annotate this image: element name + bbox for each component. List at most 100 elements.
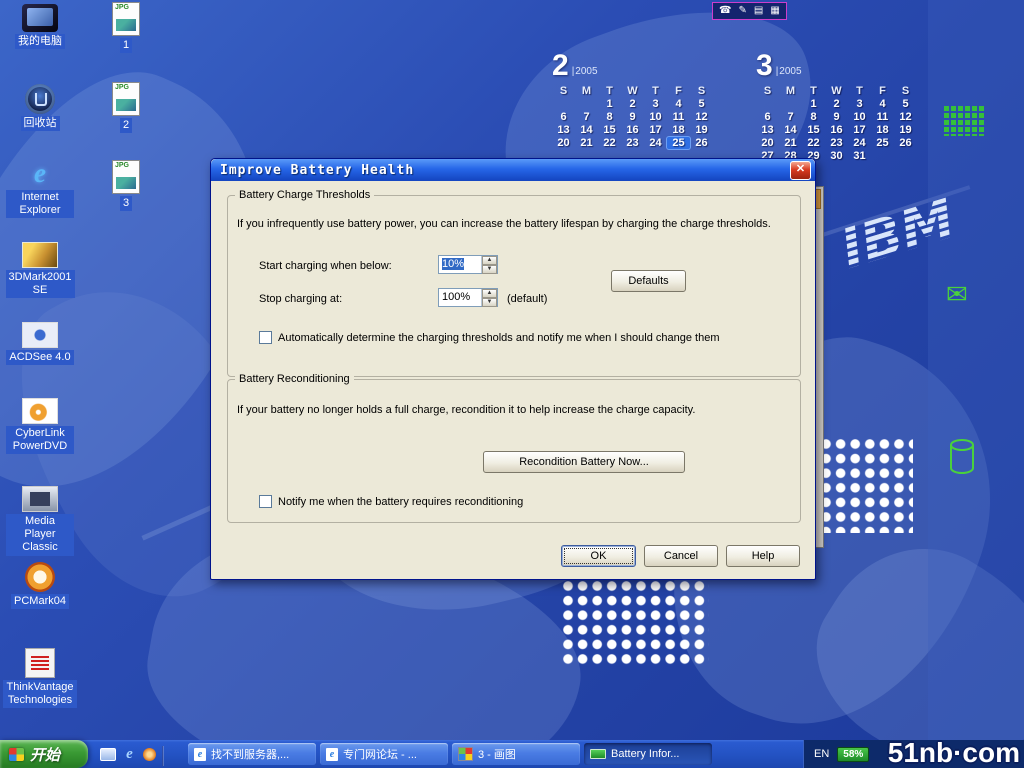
jpg-file-icon	[112, 82, 140, 116]
notify-reconditioning-checkbox[interactable]	[259, 495, 272, 508]
calendar-day: 1	[802, 98, 825, 110]
desktop-icon-pcmark04[interactable]: PCMark04	[6, 562, 74, 609]
calendar-day: 17	[644, 124, 667, 136]
jpg-file-icon	[112, 2, 140, 36]
calendar-day	[779, 98, 802, 110]
desktop-icon-3dmark2001[interactable]: 3DMark2001 SE	[6, 242, 74, 298]
calendar-day: 6	[756, 111, 779, 123]
recycle-bin-icon	[25, 84, 55, 114]
dialog-title-bar[interactable]: Improve Battery Health ✕	[211, 159, 815, 181]
envelope-icon: ✉	[946, 281, 968, 307]
media-player-quicklaunch-icon[interactable]	[143, 748, 156, 761]
task-button-battery-information[interactable]: Battery Infor...	[584, 743, 712, 765]
pen-icon[interactable]: ✎	[738, 4, 746, 18]
spin-up-icon[interactable]: ▲	[482, 256, 497, 265]
improve-battery-health-dialog: Improve Battery Health ✕ Battery Charge …	[210, 158, 816, 580]
calendar-day-header: S	[894, 85, 917, 97]
calendar-day: 6	[552, 111, 575, 123]
stop-charging-label: Stop charging at:	[259, 293, 342, 305]
desktop-icon-label: 我的电脑	[15, 34, 65, 49]
group-title: Battery Charge Thresholds	[235, 189, 374, 201]
desktop-file-3[interactable]: 3	[92, 160, 160, 211]
grid-icon	[944, 106, 986, 141]
calendar-day: 15	[598, 124, 621, 136]
calendar-day: 7	[779, 111, 802, 123]
start-button[interactable]: 开始	[0, 740, 88, 768]
desktop-icon-label: 回收站	[21, 116, 60, 131]
desktop-icon-internet-explorer[interactable]: Internet Explorer	[6, 158, 74, 218]
calendar-day: 31	[848, 150, 871, 162]
desktop-icon-powerdvd[interactable]: CyberLink PowerDVD	[6, 398, 74, 454]
spin-down-icon[interactable]: ▼	[482, 298, 497, 307]
3dmark-icon	[22, 242, 58, 268]
selected-value: 10%	[442, 258, 464, 270]
floating-toolbar[interactable]: ☎ ✎ ▤ ▦	[712, 2, 787, 20]
desktop-icon-label: ThinkVantage Technologies	[3, 680, 76, 708]
dialog-body: Battery Charge Thresholds If you infrequ…	[211, 181, 815, 579]
calendar-day: 12	[894, 111, 917, 123]
close-icon[interactable]: ✕	[790, 161, 811, 180]
cancel-button[interactable]: Cancel	[644, 545, 718, 567]
calendar-day-header: T	[644, 85, 667, 97]
defaults-button[interactable]: Defaults	[611, 270, 686, 292]
calendar-day: 22	[598, 137, 621, 149]
calendar-day: 13	[552, 124, 575, 136]
calendar-day: 14	[779, 124, 802, 136]
calendar-day: 2	[621, 98, 644, 110]
calendar-day-header: F	[871, 85, 894, 97]
calendar-day: 10	[848, 111, 871, 123]
calendar-header: 2 2005	[552, 52, 713, 80]
calendar-day: 4	[871, 98, 894, 110]
ok-button[interactable]: OK	[561, 545, 636, 567]
task-button-paint[interactable]: 3 - 画图	[452, 743, 580, 765]
auto-determine-checkbox[interactable]	[259, 331, 272, 344]
taskbar-separator	[162, 746, 164, 766]
list-icon[interactable]: ▤	[754, 4, 763, 18]
stop-charging-spinner[interactable]: 100% ▲ ▼	[438, 288, 498, 307]
desktop-icon-my-computer[interactable]: 我的电脑	[6, 4, 74, 49]
phone-icon[interactable]: ☎	[719, 4, 731, 18]
grid-small-icon[interactable]: ▦	[770, 4, 779, 18]
calendar-day: 14	[575, 124, 598, 136]
calendar-day: 3	[848, 98, 871, 110]
calendar-day-header: S	[756, 85, 779, 97]
start-charging-value[interactable]: 10%	[439, 256, 481, 273]
my-computer-icon	[22, 4, 58, 32]
desktop-icon-acdsee[interactable]: ACDSee 4.0	[6, 322, 74, 365]
internet-explorer-quicklaunch-icon[interactable]: e	[122, 747, 137, 762]
calendar-year: 2005	[776, 66, 802, 80]
calendar-day: 9	[621, 111, 644, 123]
calendar-month: 3	[756, 52, 773, 80]
calendar-day: 30	[825, 150, 848, 162]
calendar-header: 3 2005	[756, 52, 917, 80]
spin-up-icon[interactable]: ▲	[482, 289, 497, 298]
desktop-icon-recycle-bin[interactable]: 回收站	[6, 84, 74, 131]
desktop-file-2[interactable]: 2	[92, 82, 160, 133]
task-button-forum[interactable]: e 专门网论坛 - ...	[320, 743, 448, 765]
desktop-icon-label: 1	[120, 38, 132, 53]
calendar-day: 18	[667, 124, 690, 136]
task-button-server-not-found[interactable]: e 找不到服务器,...	[188, 743, 316, 765]
recondition-battery-button[interactable]: Recondition Battery Now...	[483, 451, 685, 473]
desktop-icon-thinkvantage[interactable]: ThinkVantage Technologies	[6, 648, 74, 708]
tray-battery-indicator[interactable]: 58%	[837, 747, 869, 762]
language-indicator[interactable]: EN	[814, 748, 829, 760]
calendar-day: 17	[848, 124, 871, 136]
powerdvd-icon	[22, 398, 58, 424]
calendar-day: 13	[756, 124, 779, 136]
calendar-day	[756, 98, 779, 110]
show-desktop-icon[interactable]	[100, 748, 116, 761]
start-charging-spinner[interactable]: 10% ▲ ▼	[438, 255, 498, 274]
desktop-icon-media-player-classic[interactable]: Media Player Classic	[6, 486, 74, 556]
calendar-day: 2	[825, 98, 848, 110]
calendar-day-header: T	[848, 85, 871, 97]
calendar-year: 2005	[572, 66, 598, 80]
calendar-day: 25	[871, 137, 894, 149]
desktop-file-1[interactable]: 1	[92, 2, 160, 53]
calendar-day: 26	[690, 137, 713, 149]
task-label: 3 - 画图	[478, 746, 516, 762]
spin-down-icon[interactable]: ▼	[482, 265, 497, 274]
help-button[interactable]: Help	[726, 545, 800, 567]
spinner-buttons: ▲ ▼	[481, 289, 497, 306]
stop-charging-value[interactable]: 100%	[439, 289, 481, 306]
